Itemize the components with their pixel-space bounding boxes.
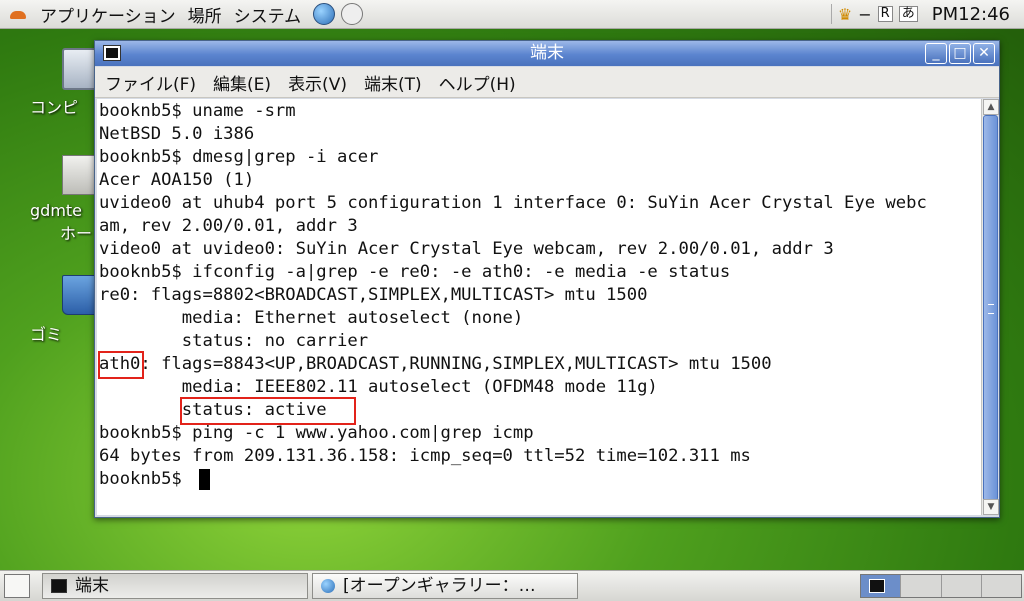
scroll-up-arrow-icon[interactable]: ▲: [983, 99, 999, 115]
terminal-output[interactable]: booknb5$ uname -srm NetBSD 5.0 i386 book…: [97, 99, 981, 515]
menu-system[interactable]: システム: [228, 2, 308, 27]
tray-separator: [830, 4, 832, 24]
system-tray: ♛ − R あ PM12:46: [830, 4, 1024, 25]
workspace-switcher: [860, 574, 1022, 598]
mail-launcher-icon[interactable]: [341, 3, 364, 25]
window-titlebar[interactable]: 端末 _ □ ✕: [95, 41, 999, 66]
workspace-2[interactable]: [901, 575, 942, 597]
terminal-line: Acer AOA150 (1): [99, 170, 255, 190]
window-title: 端末: [530, 43, 564, 63]
terminal-scrollbar[interactable]: ▲ ▼: [981, 99, 999, 515]
taskbar-item-gallery[interactable]: [オープンギャラリー：…: [312, 573, 578, 599]
minimize-button[interactable]: _: [925, 43, 947, 64]
menu-help[interactable]: ヘルプ(H): [429, 70, 523, 95]
highlight-box-ath0: [98, 351, 144, 379]
terminal-line: video0 at uvideo0: SuYin Acer Crystal Ey…: [99, 239, 834, 259]
crown-icon[interactable]: ♛: [838, 5, 852, 24]
show-desktop-icon[interactable]: [4, 574, 30, 598]
menu-places[interactable]: 場所: [182, 2, 228, 27]
taskbar-item-terminal[interactable]: 端末: [42, 573, 308, 599]
web-browser-launcher-icon[interactable]: [313, 3, 336, 25]
terminal-line: am, rev 2.00/0.01, addr 3: [99, 216, 358, 236]
terminal-line: booknb5$ uname -srm: [99, 101, 296, 121]
menu-view[interactable]: 表示(V): [278, 70, 354, 95]
terminal-line: booknb5$ ifconfig -a|grep -e re0: -e ath…: [99, 262, 731, 282]
terminal-line: media: IEEE802.11 autoselect (OFDM48 mod…: [99, 377, 658, 397]
terminal-line: 64 bytes from 209.131.36.158: icmp_seq=0…: [99, 446, 751, 466]
close-button[interactable]: ✕: [973, 43, 995, 64]
highlight-box-status: [180, 397, 356, 425]
netbsd-logo-icon[interactable]: [8, 5, 28, 23]
globe-icon: [321, 579, 335, 593]
maximize-button[interactable]: □: [949, 43, 971, 64]
menu-terminal[interactable]: 端末(T): [354, 70, 429, 95]
menu-applications[interactable]: アプリケーション: [34, 2, 182, 27]
menu-file[interactable]: ファイル(F): [95, 70, 203, 95]
keyboard-layout-icon[interactable]: あ: [898, 6, 918, 22]
terminal-window: 端末 _ □ ✕ ファイル(F) 編集(E) 表示(V) 端末(T) ヘルプ(H…: [94, 40, 1000, 518]
workspace-3[interactable]: [941, 575, 982, 597]
terminal-line: re0: flags=8802<BROADCAST,SIMPLEX,MULTIC…: [99, 285, 648, 305]
r-input-icon[interactable]: R: [877, 6, 893, 22]
scroll-down-arrow-icon[interactable]: ▼: [983, 499, 999, 515]
text-cursor: [199, 469, 210, 490]
terminal-line: media: Ethernet autoselect (none): [99, 308, 524, 328]
window-thumbnail: [869, 579, 885, 593]
taskbar-item-label: 端末: [75, 576, 109, 596]
terminal-line: NetBSD 5.0 i386: [99, 124, 255, 144]
terminal-icon: [51, 579, 67, 593]
panel-clock[interactable]: PM12:46: [924, 4, 1018, 25]
terminal-line: booknb5$ dmesg|grep -i acer: [99, 147, 379, 167]
terminal-line: booknb5$: [99, 469, 193, 489]
terminal-icon[interactable]: [103, 45, 121, 61]
workspace-1[interactable]: [861, 575, 902, 597]
menu-edit[interactable]: 編集(E): [203, 70, 278, 95]
scrollbar-thumb[interactable]: [983, 115, 998, 501]
top-panel: アプリケーション 場所 システム ♛ − R あ PM12:46: [0, 0, 1024, 29]
taskbar-item-label: [オープンギャラリー：…: [343, 576, 536, 596]
workspace-4[interactable]: [981, 575, 1021, 597]
minus-icon[interactable]: −: [858, 5, 871, 24]
terminal-line: status: no carrier: [99, 331, 369, 351]
terminal-line: ath0: flags=8843<UP,BROADCAST,RUNNING,SI…: [99, 354, 772, 374]
terminal-line: booknb5$ ping -c 1 www.yahoo.com|grep ic…: [99, 423, 534, 443]
window-menubar: ファイル(F) 編集(E) 表示(V) 端末(T) ヘルプ(H): [95, 67, 999, 98]
bottom-panel: 端末 [オープンギャラリー：…: [0, 570, 1024, 601]
terminal-line: uvideo0 at uhub4 port 5 configuration 1 …: [99, 193, 927, 213]
